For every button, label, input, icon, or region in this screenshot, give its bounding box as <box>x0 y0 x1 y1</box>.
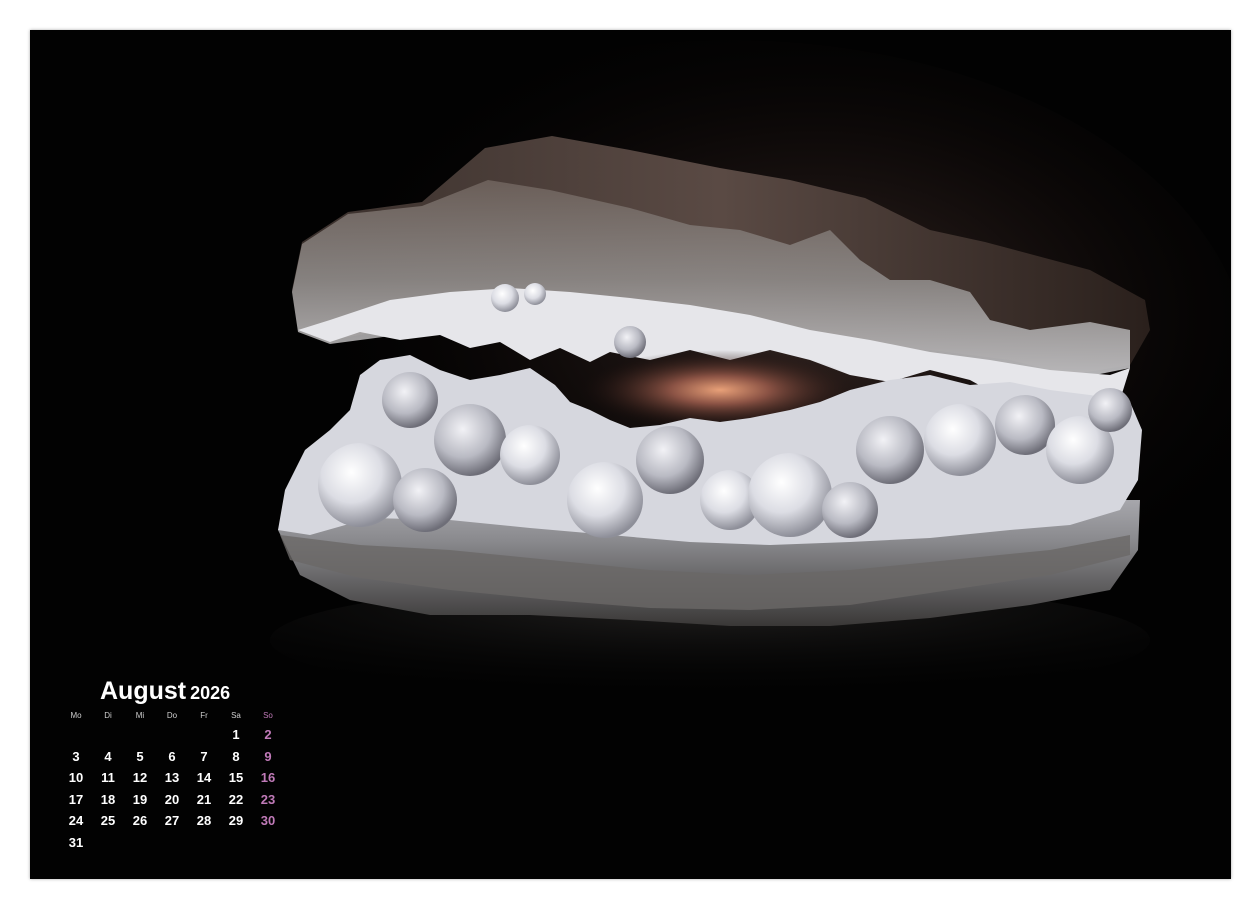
calendar-day: 28 <box>196 813 212 828</box>
calendar-day: 4 <box>104 748 112 764</box>
calendar-day: 9 <box>264 748 272 764</box>
calendar-day: 31 <box>68 834 84 850</box>
calendar-day: 21 <box>196 791 212 807</box>
calendar-day: 10 <box>68 770 84 785</box>
calendar-day: 15 <box>228 770 244 785</box>
calendar-day: 11 <box>101 770 115 785</box>
weekday-header: Mo <box>70 711 82 720</box>
calendar-day: 20 <box>164 791 180 807</box>
calendar-day: 23 <box>260 791 276 807</box>
calendar-day: 24 <box>68 813 84 828</box>
calendar-day: 8 <box>232 748 240 764</box>
calendar-day: 3 <box>72 748 80 764</box>
calendar-day: 5 <box>136 748 144 764</box>
calendar-day: 16 <box>260 770 276 785</box>
calendar-day: 1 <box>232 727 240 742</box>
calendar-day: 2 <box>264 727 272 742</box>
calendar-day: 29 <box>228 813 244 828</box>
calendar-day: 6 <box>168 748 176 764</box>
year: 2026 <box>190 683 231 703</box>
weekday-header: So <box>263 711 273 720</box>
calendar-day: 30 <box>260 813 276 828</box>
calendar-day: 22 <box>228 791 244 807</box>
weekday-header: Di <box>104 711 112 720</box>
calendar-day: 26 <box>132 813 148 828</box>
calendar-day: 14 <box>196 770 212 785</box>
calendar-title: August 2026 <box>100 677 230 706</box>
weekday-header: Do <box>166 711 178 720</box>
weekday-header: Fr <box>200 711 208 720</box>
calendar-day: 19 <box>132 791 148 807</box>
calendar-day: 25 <box>100 813 116 828</box>
month-name: August <box>100 677 187 705</box>
weekday-header: Mi <box>135 711 145 720</box>
calendar-day: 12 <box>132 770 148 785</box>
calendar-day: 18 <box>100 791 116 807</box>
weekday-header: Sa <box>231 711 241 720</box>
calendar-day: 13 <box>164 770 180 785</box>
calendar-day: 17 <box>68 791 84 807</box>
calendar-day: 7 <box>200 748 208 764</box>
calendar-day: 27 <box>164 813 180 828</box>
